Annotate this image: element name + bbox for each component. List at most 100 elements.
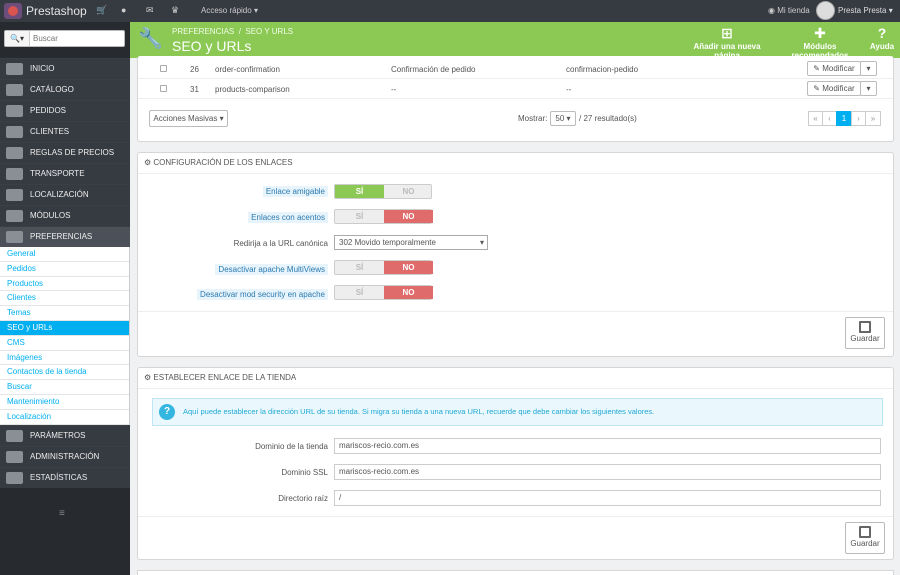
menu-label: TRANSPORTE: [30, 169, 85, 178]
pencil-icon: ✎: [813, 64, 823, 73]
pagination-last[interactable]: »: [865, 111, 881, 126]
breadcrumb-item[interactable]: PREFERENCIAS: [172, 27, 234, 36]
menu-item-administracion[interactable]: ADMINISTRACIÓN: [0, 445, 130, 467]
users-icon: [6, 126, 23, 138]
menu-item-catalogo[interactable]: CATÁLOGO: [0, 79, 130, 100]
menu-label: MÓDULOS: [30, 211, 71, 220]
switch-yes[interactable]: SÍ: [335, 261, 384, 274]
submenu-item-pedidos[interactable]: Pedidos: [0, 262, 129, 277]
row-actions-dropdown[interactable]: ▾: [860, 81, 877, 96]
switch-no[interactable]: NO: [384, 286, 433, 299]
submenu-item-general[interactable]: General: [0, 247, 129, 262]
multiviews-switch[interactable]: SÍ NO: [334, 260, 433, 275]
submenu-item-imagenes[interactable]: Imágenes: [0, 351, 129, 366]
pagination-page-1[interactable]: 1: [836, 111, 852, 126]
menu-item-estadisticas[interactable]: ESTADÍSTICAS: [0, 466, 130, 488]
save-button[interactable]: Guardar: [845, 317, 885, 349]
canonical-redirect-select[interactable]: 302 Movido temporalmente (recomendado) ▾: [334, 235, 488, 250]
switch-no[interactable]: NO: [384, 185, 433, 198]
page-title: SEO y URLs: [172, 38, 252, 54]
per-page-value: 50: [555, 114, 565, 123]
submenu-item-clientes[interactable]: Clientes: [0, 291, 129, 307]
menu-item-pedidos[interactable]: PEDIDOS: [0, 100, 130, 121]
submenu-item-contactos[interactable]: Contactos de la tienda: [0, 365, 129, 381]
user-menu[interactable]: Presta Presta ▾: [838, 6, 893, 15]
ssl-domain-input[interactable]: mariscos-recio.com.es: [334, 464, 881, 480]
switch-yes[interactable]: SÍ: [335, 286, 384, 299]
row-actions-dropdown[interactable]: ▾: [860, 61, 877, 76]
shop-domain-input[interactable]: mariscos-recio.com.es: [334, 438, 881, 454]
user-icon[interactable]: ●: [121, 5, 126, 15]
modify-button[interactable]: ✎ Modificar: [807, 81, 861, 96]
search-input[interactable]: [33, 32, 123, 45]
quick-access-dropdown[interactable]: Acceso rápido ▾: [201, 6, 258, 15]
field-label: Enlace amigable: [138, 186, 328, 197]
envelope-icon[interactable]: ✉: [146, 5, 154, 16]
cogs-icon: ⚙: [144, 373, 154, 382]
switch-yes[interactable]: SÍ: [335, 185, 384, 198]
divider: [138, 311, 893, 312]
accented-urls-switch[interactable]: SÍ NO: [334, 209, 433, 224]
brand-name[interactable]: Prestashop: [26, 4, 87, 18]
switch-no[interactable]: NO: [384, 210, 433, 223]
row-checkbox[interactable]: [160, 85, 167, 92]
menu-label: PREFERENCIAS: [30, 232, 93, 241]
menu-item-modulos[interactable]: MÓDULOS: [0, 205, 130, 226]
pagination-prev[interactable]: ‹: [822, 111, 837, 126]
switch-yes[interactable]: SÍ: [335, 210, 384, 223]
help-button[interactable]: ? Ayuda: [868, 26, 896, 56]
submenu-item-seo-urls[interactable]: SEO y URLs: [0, 320, 129, 336]
avatar[interactable]: [816, 1, 835, 20]
row-id: 31: [190, 85, 199, 94]
friendly-url-switch[interactable]: SÍ NO: [334, 184, 432, 199]
menu-item-clientes[interactable]: CLIENTES: [0, 121, 130, 142]
menu-label: PEDIDOS: [30, 106, 67, 115]
row-page: products-comparison: [215, 85, 290, 94]
menu-item-inicio[interactable]: INICIO: [0, 58, 130, 79]
submenu-item-mantenimiento[interactable]: Mantenimiento: [0, 395, 129, 410]
pagination-first[interactable]: «: [808, 111, 823, 126]
menu-item-preferencias[interactable]: PREFERENCIAS: [0, 226, 130, 247]
trophy-icon[interactable]: ♛: [171, 5, 179, 16]
row-checkbox[interactable]: [160, 65, 167, 72]
menu-label: ADMINISTRACIÓN: [30, 451, 100, 461]
mod-security-switch[interactable]: SÍ NO: [334, 285, 433, 300]
per-page-dropdown[interactable]: 50 ▾: [550, 111, 576, 126]
bulk-actions-button[interactable]: Acciones Masivas ▾: [149, 110, 228, 127]
search-scope-button[interactable]: 🔍▾: [5, 31, 30, 46]
submenu-item-temas[interactable]: Temas: [0, 306, 129, 321]
info-alert: ? Aquí puede establecer la dirección URL …: [152, 398, 883, 426]
add-page-button[interactable]: ⊞Añadir una nueva página: [683, 26, 771, 60]
panel-title-text: ESTABLECER ENLACE DE LA TIENDA: [153, 373, 297, 382]
switch-no[interactable]: NO: [384, 261, 433, 274]
pagination: « ‹ 1 › »: [808, 110, 883, 128]
recommended-modules-button[interactable]: ✚Módulos recomendados: [776, 26, 864, 60]
pagination-next[interactable]: ›: [851, 111, 866, 126]
modify-button[interactable]: ✎ Modificar: [807, 61, 861, 76]
my-shop-label: Mi tienda: [777, 6, 810, 15]
breadcrumb-item: SEO Y URLS: [245, 27, 294, 36]
menu-item-reglas-precios[interactable]: REGLAS DE PRECIOS: [0, 142, 130, 163]
submenu-item-buscar[interactable]: Buscar: [0, 380, 129, 395]
prestashop-logo-icon[interactable]: [4, 3, 22, 19]
submenu-item-localizacion[interactable]: Localización: [0, 410, 129, 425]
cart-icon[interactable]: 🛒: [96, 5, 107, 16]
canonical-redirect-value: 302 Movido temporalmente (recomendado): [339, 238, 436, 247]
menu-label: CLIENTES: [30, 127, 70, 136]
submenu-item-productos[interactable]: Productos: [0, 277, 129, 292]
menu-item-parametros-avanzados[interactable]: PARÁMETROS AVANZADOS: [0, 424, 130, 460]
menu-label: INICIO: [30, 64, 55, 73]
menu-item-transporte[interactable]: TRANSPORTE: [0, 163, 130, 184]
canonical-redirect-label: Redirija a la URL canónica: [233, 239, 328, 248]
collapse-menu-icon[interactable]: ≡: [59, 508, 65, 519]
panel-title: ⚙ ESTABLECER ENLACE DE LA TIENDA: [144, 373, 296, 382]
pencil-icon: ✎: [813, 84, 823, 93]
root-directory-input[interactable]: /: [334, 490, 881, 506]
submenu-item-cms[interactable]: CMS: [0, 336, 129, 351]
menu-item-localizacion[interactable]: LOCALIZACIÓN: [0, 184, 130, 205]
cogs-icon: [6, 429, 23, 442]
search-icon: 🔍▾: [10, 34, 24, 43]
credit-card-icon: [6, 105, 23, 117]
save-button[interactable]: Guardar: [845, 522, 885, 554]
my-shop-link[interactable]: ◉ Mi tienda: [768, 6, 810, 15]
